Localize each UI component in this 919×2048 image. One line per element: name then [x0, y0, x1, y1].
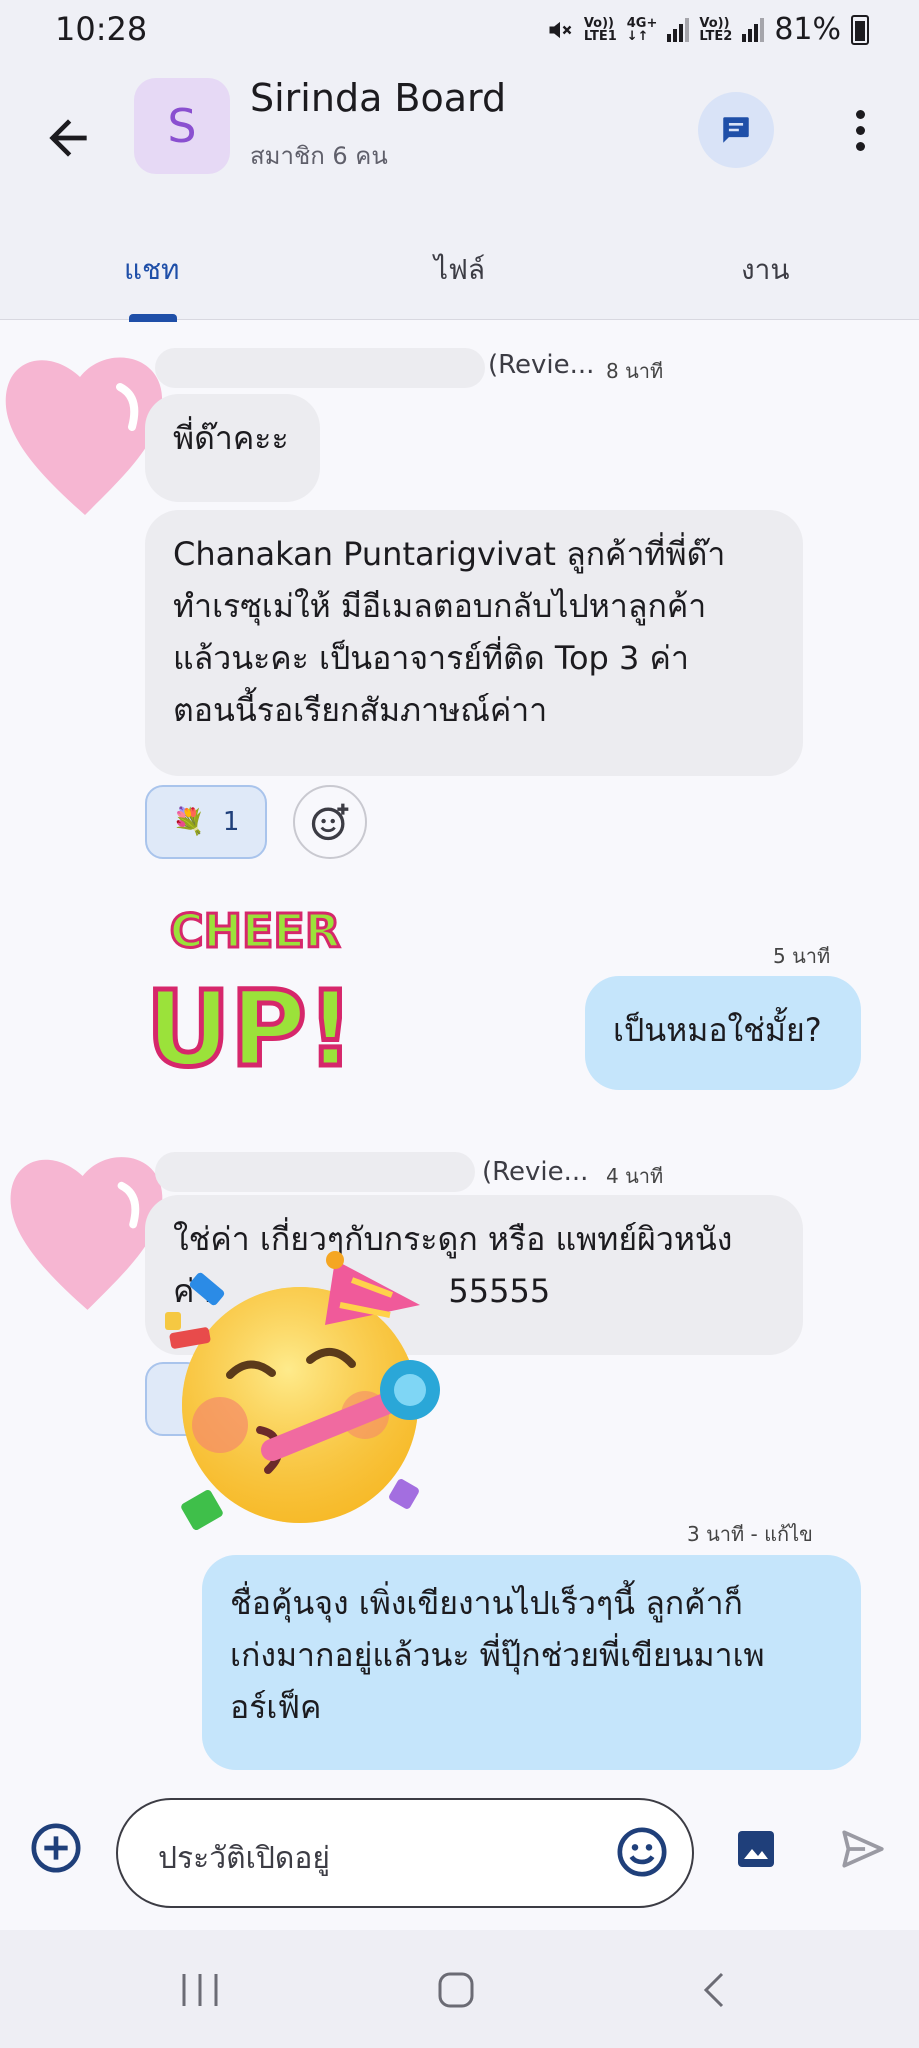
home-button[interactable]	[436, 1970, 476, 2014]
sim2-indicator: Vo)) LTE2	[699, 15, 733, 44]
sticker-text-cheer: CHEER	[170, 904, 341, 958]
home-icon	[438, 1972, 474, 2008]
own-message-bubble[interactable]: ชื่อคุ้นจุง เพิ่งเขียงานไปเร็วๆนี้ ลูกค้…	[202, 1555, 861, 1770]
signal-2-icon	[742, 17, 765, 42]
sender-name: (Revie...	[482, 1157, 589, 1187]
tab-files[interactable]: ไฟล์	[434, 248, 485, 292]
status-bar: 10:28 Vo)) LTE1 4G+ ↓↑ Vo)) LTE2 81%	[0, 0, 919, 62]
chat-thread-icon	[723, 117, 749, 143]
battery-icon	[851, 14, 869, 45]
recent-apps-button[interactable]	[178, 1970, 222, 2014]
send-button[interactable]	[836, 1824, 890, 1874]
sender-name: (Revie...	[488, 350, 595, 380]
active-tab-indicator	[129, 314, 177, 322]
message-composer: ประวัติเปิดอยู่	[0, 1770, 919, 1930]
message-input-placeholder: ประวัติเปิดอยู่	[158, 1841, 330, 1876]
message-time: 5 นาที	[773, 944, 831, 968]
emoji-button[interactable]	[614, 1824, 670, 1880]
group-title[interactable]: Sirinda Board	[250, 76, 506, 120]
add-attachment-button[interactable]	[28, 1820, 84, 1876]
message-input[interactable]: ประวัติเปิดอยู่	[116, 1798, 694, 1908]
add-circle-icon	[31, 1823, 81, 1873]
sticker-text-up: UP!	[146, 968, 354, 1090]
more-vert-icon	[855, 109, 865, 119]
status-time: 10:28	[55, 10, 148, 48]
sim1-indicator: Vo)) LTE1	[583, 15, 617, 44]
image-icon	[738, 1831, 774, 1867]
back-arrow-icon	[49, 119, 87, 157]
battery-percent: 81%	[774, 12, 841, 47]
message-time: 4 นาที	[606, 1164, 664, 1188]
reaction-chip[interactable]: 💐 1	[145, 785, 267, 859]
tab-chat[interactable]: แชท	[124, 248, 180, 292]
chevron-left-icon	[703, 1972, 724, 2008]
message-bubble[interactable]: Chanakan Puntarigvivat ลูกค้าที่พี่ด๊า ท…	[145, 510, 803, 776]
recent-apps-icon	[182, 1974, 218, 2006]
group-avatar[interactable]: S	[134, 78, 230, 174]
network-type-indicator: 4G+ ↓↑	[626, 15, 658, 44]
add-emoji-icon	[311, 803, 349, 841]
party-face-sticker-icon	[165, 1251, 440, 1530]
message-bubble[interactable]: พี่ด๊าคะะ	[145, 394, 320, 502]
image-upload-button[interactable]	[732, 1825, 780, 1873]
reaction-count: 1	[222, 807, 240, 837]
threads-button[interactable]	[698, 92, 774, 168]
bouquet-emoji: 💐	[172, 807, 205, 837]
member-count: สมาชิก 6 คน	[250, 142, 388, 170]
send-icon	[842, 1830, 884, 1868]
signal-1-icon	[667, 17, 690, 42]
add-reaction-button[interactable]	[293, 785, 367, 859]
back-nav-button[interactable]	[698, 1970, 730, 2014]
emoji-icon	[617, 1827, 667, 1877]
mute-icon	[549, 21, 572, 38]
cheer-up-sticker: CHEER UP!	[143, 903, 356, 1093]
sender-name-blurred	[155, 348, 485, 388]
own-message-bubble[interactable]: เป็นหมอใช่มั้ย?	[585, 976, 861, 1090]
message-time: 8 นาที	[606, 359, 664, 383]
status-indicators: Vo)) LTE1 4G+ ↓↑ Vo)) LTE2 81%	[546, 12, 869, 47]
message-time: 3 นาที - แก้ไข	[687, 1522, 813, 1546]
tab-tasks[interactable]: งาน	[741, 248, 790, 292]
chat-header: S Sirinda Board สมาชิก 6 คน แชท ไฟล์ งาน	[0, 62, 919, 322]
back-button[interactable]	[40, 110, 96, 166]
sender-name-blurred	[155, 1152, 475, 1192]
system-navigation-bar	[0, 1930, 919, 2048]
more-options-button[interactable]	[840, 102, 880, 158]
